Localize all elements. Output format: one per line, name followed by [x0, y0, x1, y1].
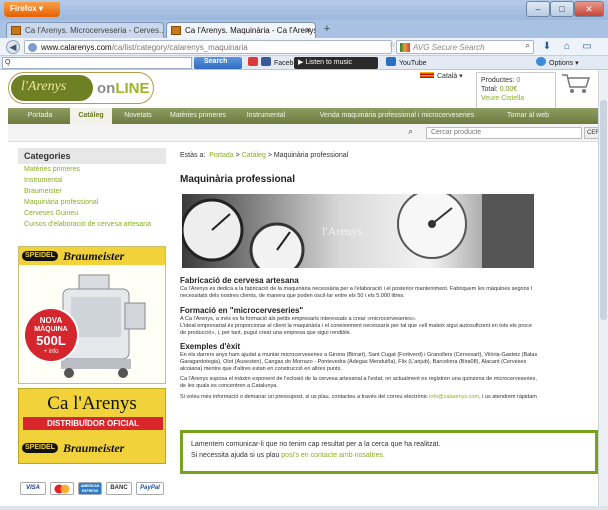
page-title: Maquinària professional — [180, 174, 296, 185]
contact-paragraph: Si voleu més informació o demanar un pre… — [180, 394, 537, 400]
contact-email-link[interactable]: info@calarenys.com — [429, 394, 479, 400]
site-logo[interactable]: l'Arenys onLINE — [8, 72, 154, 104]
nav-materies-primeres[interactable]: Matèries primeres — [164, 108, 232, 124]
search-icon[interactable]: ⌕ — [526, 41, 530, 51]
maximize-button[interactable]: □ — [550, 1, 574, 17]
speidel-logo: SPEIDEL — [22, 251, 58, 261]
toolbar-search-button[interactable]: Search — [194, 57, 242, 69]
cart-summary: Productes: 0 Total: 0.00€ Veure Cistella — [476, 72, 556, 110]
breadcrumb-cataleg[interactable]: Catàleg — [242, 152, 266, 159]
category-materies-primeres[interactable]: Matèries primeres — [18, 166, 166, 177]
category-instrumental[interactable]: Instrumental — [18, 177, 166, 188]
category-braumeister[interactable]: Braumeister — [18, 188, 166, 199]
distributor-banner[interactable]: Ca l'Arenys DISTRIBUÏDOR OFICIAL SPEIDEL… — [18, 388, 166, 464]
section-text: En els darrers anys ham ajudat a muntar … — [180, 352, 538, 372]
bank-transfer-icon: BANC — [106, 482, 132, 495]
search-icon: ⌕ — [408, 126, 414, 136]
product-search-button[interactable]: CER — [584, 127, 598, 139]
home-icon[interactable]: ⌂ — [560, 40, 574, 54]
youtube-icon — [386, 57, 396, 66]
section-text: Ca l'Arenys es dedica a la fabricació de… — [180, 286, 533, 299]
breadcrumb-current: Maquinària professional — [273, 152, 349, 159]
nav-cataleg[interactable]: Catàleg — [70, 108, 112, 124]
avg-logo-icon — [400, 43, 410, 52]
toolbar-search-input[interactable]: Q — [2, 57, 192, 69]
nav-venda-maquinaria[interactable]: Venda maquinària professional i microcer… — [300, 108, 494, 124]
horizontal-scrollbar[interactable] — [0, 506, 608, 510]
addon-icon — [248, 57, 258, 66]
listen-to-music-button[interactable]: ▶ Listen to music — [294, 57, 378, 69]
site-favicon-icon — [11, 26, 21, 35]
screen-icon[interactable]: ▭ — [580, 40, 594, 54]
category-cursos[interactable]: Cursos d'elaboració de cervesa artesana — [18, 221, 166, 232]
section-title: Exemples d'èxit — [180, 342, 241, 351]
close-tab-icon[interactable]: × — [306, 25, 311, 35]
language-select[interactable]: Català ▾ — [420, 72, 472, 84]
section-title: Fabricació de cervesa artesana — [180, 276, 299, 285]
category-list: Matèries primeres Instrumental Braumeist… — [18, 166, 166, 232]
body-paragraph: Ca l'Arenys suposa el màxim exponent de … — [180, 376, 537, 389]
back-button[interactable]: ◀ — [6, 40, 20, 54]
vertical-scrollbar[interactable] — [598, 70, 608, 506]
main-navigation: Portada Catàleg Novetats Matèries primer… — [8, 108, 598, 124]
firefox-menu-button[interactable]: Firefox ▾ — [4, 2, 60, 17]
youtube-button[interactable]: YouTube — [386, 57, 427, 69]
facebook-icon — [261, 57, 271, 66]
braumeister-500l-banner[interactable]: SPEIDEL Braumeister NOVA MÀQUINA 500L + … — [18, 246, 166, 384]
categories-heading: Categories — [18, 148, 166, 164]
nav-portada[interactable]: Portada — [12, 108, 68, 124]
scrollbar-thumb[interactable] — [600, 100, 607, 320]
web-page: l'Arenys onLINE Català ▾ Productes: 0 To… — [0, 70, 598, 506]
section-text: A Ca l'Arenys, a més es fa formació als … — [180, 316, 533, 336]
web-search-input[interactable]: AVG Secure Search ⌕ — [396, 40, 534, 54]
breadcrumb-portada[interactable]: Portada — [209, 152, 234, 159]
speidel-logo: SPEIDEL — [22, 443, 58, 453]
tab-maquinaria[interactable]: Ca l'Arenys. Maquinària - Ca l'Arenys × — [166, 22, 316, 38]
tab-strip: Ca l'Arenys. Microcerveseria - Cerves...… — [0, 20, 608, 38]
close-window-button[interactable]: ✕ — [574, 1, 604, 17]
product-search-input[interactable]: Cercar producte — [426, 127, 582, 139]
category-cerveses-guineu[interactable]: Cerveses Guineu — [18, 210, 166, 221]
no-results-notice: Lamentem comunicar-li que no tenim cap r… — [180, 430, 598, 474]
nav-instrumental[interactable]: Instrumental — [234, 108, 298, 124]
window-titlebar: Firefox ▾ – □ ✕ — [0, 0, 608, 20]
url-input[interactable]: www.calarenys.com/ca/list/category/calar… — [24, 40, 392, 54]
site-favicon-icon — [171, 26, 181, 35]
visa-icon: VISA — [20, 482, 46, 495]
navigation-bar: ◀ www.calarenys.com/ca/list/category/cal… — [0, 38, 608, 56]
nav-tornar-web[interactable]: Tornar al web — [498, 108, 558, 124]
minimize-button[interactable]: – — [526, 1, 550, 17]
mastercard-icon — [50, 482, 74, 495]
view-cart-link[interactable]: Veure Cistella — [481, 94, 551, 103]
globe-icon — [28, 43, 37, 52]
search-bar: ⌕ Cercar producte CER — [8, 124, 598, 142]
options-button[interactable]: Options ▾ — [536, 57, 579, 69]
breadcrumb: Estàs a: Portada > Catàleg > Maquinària … — [180, 152, 349, 159]
shopping-cart-icon[interactable] — [560, 72, 592, 94]
options-icon — [536, 57, 546, 66]
section-title: Formació en "microcerveseries" — [180, 306, 304, 315]
category-maquinaria-professional[interactable]: Maquinària professional — [18, 199, 166, 210]
tab-microcerveseria[interactable]: Ca l'Arenys. Microcerveseria - Cerves... — [6, 22, 164, 38]
new-tab-button[interactable]: + — [320, 23, 334, 36]
catalan-flag-icon — [420, 72, 434, 78]
contact-us-link[interactable]: posi's en contacte amb nosaltres. — [281, 452, 385, 459]
downloads-icon[interactable]: ⬇ — [540, 40, 554, 54]
american-express-icon: AMERICAN EXPRESS — [78, 482, 102, 495]
addon-toolbar: Q Search Facebook ▶ Listen to music YouT… — [0, 56, 608, 70]
hero-image: l'Arenys — [182, 194, 534, 268]
nova-maquina-badge[interactable]: NOVA MÀQUINA 500L + info — [25, 309, 77, 361]
payment-methods: VISA AMERICAN EXPRESS BANC PayPal — [20, 482, 170, 496]
paypal-icon: PayPal — [136, 482, 164, 495]
nav-novetats[interactable]: Novetats — [114, 108, 162, 124]
